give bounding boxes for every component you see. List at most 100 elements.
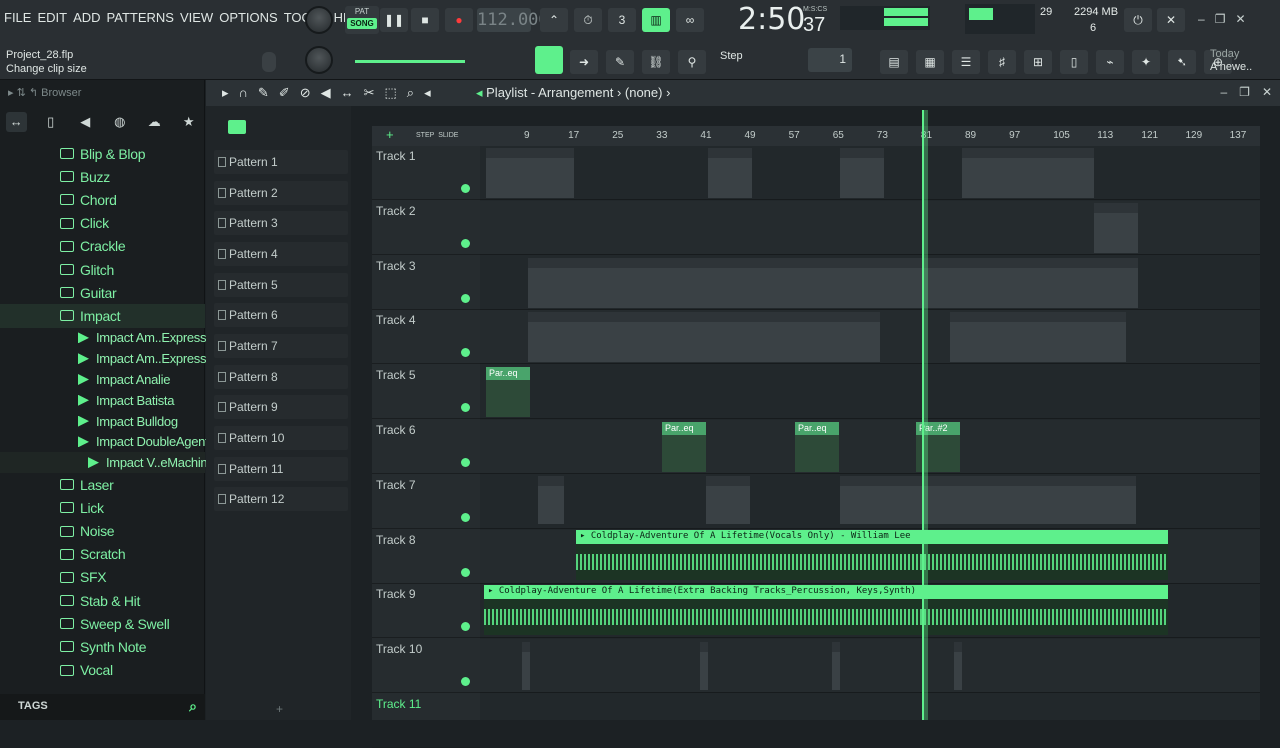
- metronome-icon[interactable]: ⌃: [540, 8, 568, 32]
- track-header[interactable]: Track 7: [372, 475, 480, 529]
- audio-clip[interactable]: ▸ Coldplay-Adventure Of A Lifetime(Vocal…: [576, 530, 1168, 580]
- record-button[interactable]: ●: [445, 8, 473, 32]
- pattern-clip[interactable]: Pa..n 2: [528, 312, 572, 362]
- pencil-icon[interactable]: ✎: [606, 50, 634, 74]
- time-display[interactable]: 2:50: [738, 2, 805, 37]
- folder-item[interactable]: Stab & Hit: [0, 589, 205, 612]
- track-header[interactable]: Track 5: [372, 365, 480, 420]
- mute-icon[interactable]: ◀: [321, 85, 331, 101]
- pattern-clip[interactable]: Pa..n 2: [792, 312, 836, 362]
- folder-item-impact[interactable]: Impact: [0, 304, 205, 328]
- menu-patterns[interactable]: PATTERNS: [107, 10, 174, 25]
- play-arrow-icon[interactable]: ▸: [222, 85, 229, 101]
- sample-item-selected[interactable]: Impact V..eMachine: [0, 452, 215, 474]
- globe-icon[interactable]: ◍: [110, 112, 131, 132]
- audio-slice-clip[interactable]: [954, 642, 962, 690]
- pattern-item[interactable]: Pattern 8: [214, 365, 348, 389]
- tempo-display[interactable]: 112.000: [477, 8, 549, 32]
- folder-item[interactable]: Buzz: [0, 165, 205, 188]
- step-edit-icon[interactable]: ▥: [642, 8, 670, 32]
- maximize-icon[interactable]: ❐: [1215, 12, 1226, 26]
- minimize-icon[interactable]: –: [1198, 12, 1205, 26]
- pattern-clip[interactable]: Pa..n 2: [994, 312, 1038, 362]
- track-enable-led[interactable]: [461, 622, 470, 632]
- sample-item[interactable]: Impact Am..Express 1: [0, 328, 217, 349]
- project-icon[interactable]: ▯: [1060, 50, 1088, 74]
- pattern-clip[interactable]: [962, 148, 1094, 198]
- track-header[interactable]: Track 1: [372, 146, 480, 200]
- folder-item[interactable]: Click: [0, 212, 205, 235]
- pattern-clip[interactable]: [840, 148, 884, 198]
- close-icon[interactable]: ✕: [1262, 85, 1272, 99]
- zoom-icon[interactable]: ⌕: [407, 85, 414, 101]
- audio-slice-clip[interactable]: [522, 642, 530, 690]
- track-enable-led[interactable]: [461, 677, 470, 687]
- folder-item[interactable]: Noise: [0, 519, 205, 542]
- arrow-icon[interactable]: ➜: [570, 50, 598, 74]
- play-pause-button[interactable]: ❚❚: [380, 8, 408, 32]
- track-header[interactable]: Track 11: [372, 694, 480, 748]
- pattern-item[interactable]: Pattern 1: [214, 150, 348, 174]
- channel-rack-icon[interactable]: ☰: [952, 50, 980, 74]
- track-header[interactable]: Track 8: [372, 530, 480, 584]
- add-track-icon[interactable]: +: [386, 127, 394, 142]
- draw-icon[interactable]: ✎: [258, 85, 269, 101]
- sample-item[interactable]: Impact Batista: [0, 390, 205, 411]
- stop-button[interactable]: ■: [411, 8, 439, 32]
- minimize-icon[interactable]: –: [1220, 85, 1227, 99]
- pattern-clip[interactable]: Pa..n 2: [1038, 312, 1082, 362]
- pattern-clip[interactable]: [1094, 203, 1138, 253]
- automation-clip[interactable]: Par..eq: [795, 422, 839, 472]
- pattern-clip[interactable]: Pa..n 2: [748, 312, 792, 362]
- pattern-item[interactable]: Pattern 10: [214, 426, 348, 450]
- track-enable-led[interactable]: [461, 458, 470, 467]
- playlist-window-icon[interactable]: ▤: [880, 50, 908, 74]
- menu-add[interactable]: ADD: [73, 10, 100, 25]
- folder-item[interactable]: Scratch: [0, 543, 205, 566]
- pattern-item[interactable]: Pattern 7: [214, 334, 348, 358]
- speaker-icon[interactable]: ◂: [424, 85, 431, 101]
- timeline-ruler[interactable]: 9 17 25 33 41 49 57 65 73 81 89 97 105 113 121 129 137: [480, 126, 1260, 146]
- files-icon[interactable]: ▯: [41, 112, 62, 132]
- pattern-item[interactable]: Pattern 12: [214, 487, 348, 511]
- track-enable-led[interactable]: [461, 348, 470, 358]
- track-lane[interactable]: [480, 694, 1260, 720]
- pattern-clip[interactable]: [706, 476, 750, 524]
- main-pitch-knob[interactable]: [305, 46, 333, 74]
- wait-input-icon[interactable]: ⏱: [574, 8, 602, 32]
- magnet-icon[interactable]: ∩: [239, 85, 248, 101]
- speaker-icon[interactable]: ◀: [75, 112, 96, 132]
- paint-icon[interactable]: ✐: [279, 85, 290, 101]
- delete-icon[interactable]: ⊘: [300, 85, 311, 101]
- playhead[interactable]: [922, 110, 928, 720]
- pattern-item[interactable]: Pattern 3: [214, 211, 348, 235]
- plugin-icon[interactable]: ⌁: [1096, 50, 1124, 74]
- piano-roll-icon[interactable]: ▦: [916, 50, 944, 74]
- select-icon[interactable]: ⬚: [385, 85, 397, 101]
- menu-view[interactable]: VIEW: [180, 10, 213, 25]
- pat-song-toggle[interactable]: PAT SONG: [345, 6, 379, 34]
- pattern-clip[interactable]: [538, 476, 564, 524]
- news-panel[interactable]: Today A newe..: [1210, 48, 1252, 74]
- pattern-item[interactable]: Pattern 5: [214, 273, 348, 297]
- pattern-clip[interactable]: [528, 258, 1138, 308]
- star-icon[interactable]: ★: [179, 112, 200, 132]
- pattern-item[interactable]: Pattern 11: [214, 457, 348, 481]
- folder-item[interactable]: Chord: [0, 188, 205, 211]
- pattern-clip[interactable]: Pa..n 5: [704, 312, 748, 362]
- folder-item[interactable]: Vocal: [0, 659, 205, 682]
- folder-item[interactable]: Guitar: [0, 281, 205, 304]
- sample-item[interactable]: Impact Am..Express 2: [0, 348, 217, 369]
- pattern-clip[interactable]: Pa..n 2: [836, 312, 880, 362]
- track-header[interactable]: Track 2: [372, 201, 480, 255]
- folder-item[interactable]: Laser: [0, 473, 205, 496]
- pattern-clip[interactable]: [708, 148, 752, 198]
- maximize-icon[interactable]: ❐: [1239, 85, 1250, 99]
- sample-item[interactable]: Impact Bulldog: [0, 411, 205, 432]
- piano-icon[interactable]: [228, 120, 246, 134]
- snap-selector[interactable]: Step: [698, 50, 782, 72]
- slice-icon[interactable]: ✂: [364, 85, 375, 101]
- pattern-clip[interactable]: [840, 476, 1136, 524]
- pattern-item[interactable]: Pattern 9: [214, 395, 348, 419]
- track-enable-led[interactable]: [461, 238, 470, 248]
